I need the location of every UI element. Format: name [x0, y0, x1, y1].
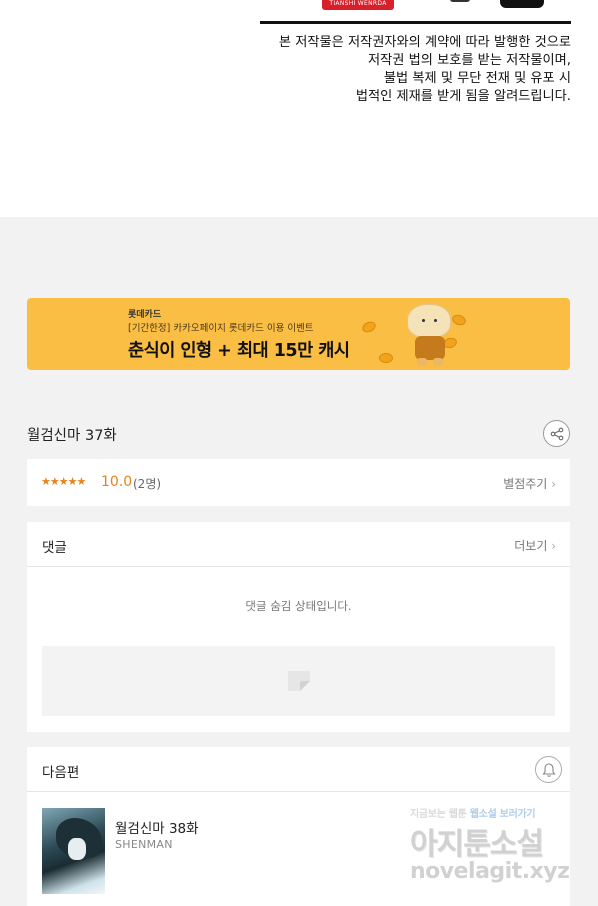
copyright-notice: 본 저작물은 저작권자와의 계약에 따라 발행한 것으로 저작권 법의 보호를 …: [279, 34, 571, 106]
chevron-right-icon: ›: [551, 477, 556, 491]
next-episode-author: SHENMAN: [115, 838, 173, 851]
copyright-line: 불법 복제 및 무단 전재 및 유포 시: [383, 71, 571, 86]
coin-icon: [379, 353, 393, 363]
share-button[interactable]: [543, 420, 570, 447]
next-episode-section-title: 다음편: [42, 765, 80, 781]
bell-icon: [541, 762, 556, 777]
comic-red-tag: TIANSHI WENRDA: [322, 0, 394, 10]
next-episode-thumbnail[interactable]: [42, 808, 105, 894]
write-icon: [288, 671, 310, 691]
comments-hidden-message: 댓글 숨김 상태입니다.: [245, 599, 352, 613]
rating-stars: ★★★★★: [41, 475, 86, 488]
banner-brand: 롯데카드: [128, 310, 162, 320]
rate-button[interactable]: 별점주기 ›: [503, 475, 556, 492]
next-episode-header: 다음편: [27, 747, 570, 792]
rating-score: 10.0: [101, 474, 133, 490]
comments-title: 댓글: [42, 540, 67, 556]
episode-title: 월검신마 37화: [27, 428, 117, 444]
watermark-brand: 아지툰소설: [410, 827, 544, 862]
banner-subtitle: [기간한정] 카카오페이지 롯데카드 이용 이벤트: [128, 323, 314, 334]
copyright-line: 본 저작물은 저작권자와의 계약에 따라 발행한 것으로: [278, 35, 571, 50]
chevron-right-icon: ›: [551, 539, 556, 553]
promo-banner[interactable]: 롯데카드 [기간한정] 카카오페이지 롯데카드 이용 이벤트 춘식이 인형 + …: [27, 298, 570, 370]
watermark-tagline: 지금보는 웹툰 웹소설 보러가기: [410, 805, 580, 820]
notification-button[interactable]: [535, 756, 562, 783]
choonsik-character-illustration: [407, 304, 453, 366]
comic-art-detail: [450, 0, 470, 2]
coin-icon: [360, 319, 378, 335]
more-label: 더보기: [514, 539, 548, 553]
comments-card: 댓글 더보기 › 댓글 숨김 상태입니다.: [27, 522, 570, 732]
comment-write-area[interactable]: [42, 646, 555, 716]
rating-count: (2명): [133, 477, 162, 491]
comic-art-detail: [500, 0, 544, 8]
next-episode-title[interactable]: 월검신마 38화: [115, 817, 199, 837]
rate-button-label: 별점주기: [503, 477, 548, 491]
copyright-line: 법적인 제재를 받게 됨을 알려드립니다.: [355, 89, 571, 104]
copyright-line: 저작권 법의 보호를 받는 저작물이며,: [368, 53, 571, 68]
site-watermark: 지금보는 웹툰 웹소설 보러가기 아지툰소설 novelagit.xyz: [410, 805, 580, 900]
share-icon: [550, 427, 563, 440]
banner-headline: 춘식이 인형 + 최대 15만 캐시: [128, 341, 350, 361]
comments-more-button[interactable]: 더보기 ›: [514, 537, 556, 554]
coin-icon: [450, 312, 468, 328]
comments-header: 댓글 더보기 ›: [27, 522, 570, 567]
rating-card: ★★★★★ 10.0 (2명) 별점주기 ›: [27, 459, 570, 506]
content-end-section: TIANSHI WENRDA 본 저작물은 저작권자와의 계약에 따라 발행한 …: [0, 0, 598, 217]
comic-panel-bottom: TIANSHI WENRDA: [260, 0, 571, 24]
watermark-url: novelagit.xyz: [410, 859, 570, 884]
